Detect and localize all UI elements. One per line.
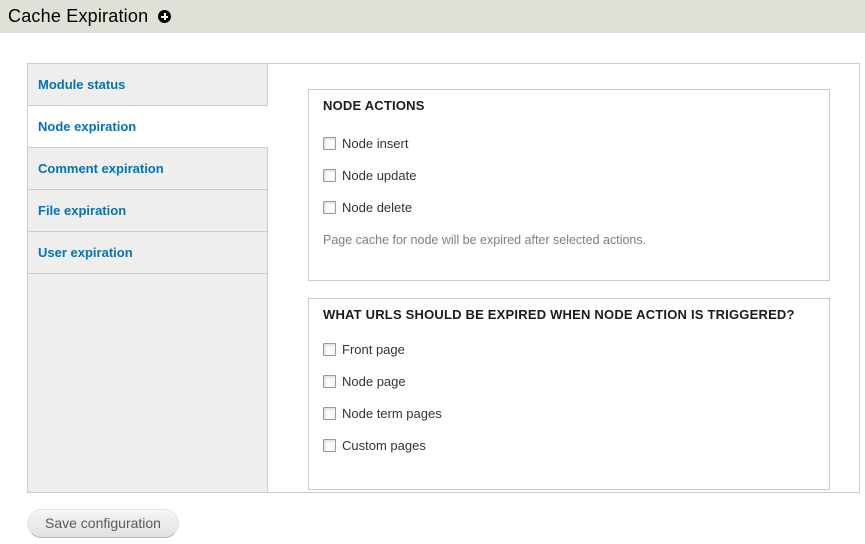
checkbox-label: Node insert [342,136,408,151]
checkbox-label: Node update [342,168,416,183]
vertical-tabs-list: Module status Node expiration Comment ex… [28,64,268,492]
tab-label: File expiration [38,203,126,218]
checkbox-label: Front page [342,342,405,357]
form-actions: Save configuration [27,509,865,538]
checkbox-label: Node page [342,374,406,389]
checkbox-row-node-page[interactable]: Node page [323,374,406,389]
tab-file-expiration[interactable]: File expiration [28,190,268,232]
checkbox-label: Node term pages [342,406,442,421]
node-delete-checkbox[interactable] [323,201,336,214]
tab-node-expiration[interactable]: Node expiration [28,106,268,148]
front-page-checkbox[interactable] [323,343,336,356]
expire-urls-fieldset: WHAT URLS SHOULD BE EXPIRED WHEN NODE AC… [308,298,830,490]
tabs-filler [28,274,268,492]
tab-content-pane: NODE ACTIONS Node insert Node update Nod… [268,64,859,492]
node-term-pages-checkbox[interactable] [323,407,336,420]
checkbox-row-custom-pages[interactable]: Custom pages [323,438,426,453]
checkbox-row-node-insert[interactable]: Node insert [323,136,408,151]
fieldset-legend: NODE ACTIONS [323,98,815,113]
node-actions-fieldset: NODE ACTIONS Node insert Node update Nod… [308,89,830,281]
checkbox-label: Custom pages [342,438,426,453]
save-configuration-button[interactable]: Save configuration [27,509,179,538]
shortcut-add-icon[interactable] [158,10,171,23]
page-header: Cache Expiration [0,0,865,33]
node-insert-checkbox[interactable] [323,137,336,150]
checkbox-row-node-delete[interactable]: Node delete [323,200,412,215]
checkbox-row-node-update[interactable]: Node update [323,168,416,183]
fieldset-legend: WHAT URLS SHOULD BE EXPIRED WHEN NODE AC… [323,307,815,322]
vertical-tabs-panel: Module status Node expiration Comment ex… [27,63,860,493]
tab-label: Node expiration [38,119,136,134]
checkbox-row-front-page[interactable]: Front page [323,342,405,357]
page-title: Cache Expiration [8,6,148,27]
fieldset-description: Page cache for node will be expired afte… [323,232,815,248]
checkbox-row-node-term-pages[interactable]: Node term pages [323,406,442,421]
node-update-checkbox[interactable] [323,169,336,182]
tab-module-status[interactable]: Module status [28,64,268,106]
custom-pages-checkbox[interactable] [323,439,336,452]
tab-user-expiration[interactable]: User expiration [28,232,268,274]
checkbox-label: Node delete [342,200,412,215]
tab-label: Comment expiration [38,161,164,176]
tab-label: Module status [38,77,125,92]
node-page-checkbox[interactable] [323,375,336,388]
tab-label: User expiration [38,245,133,260]
tab-comment-expiration[interactable]: Comment expiration [28,148,268,190]
